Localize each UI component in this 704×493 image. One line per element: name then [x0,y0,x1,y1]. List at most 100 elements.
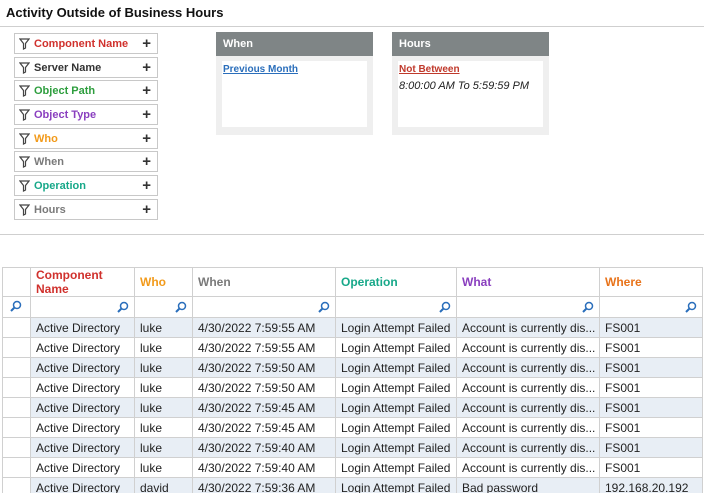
cell-component-name: Active Directory [30,437,135,458]
filter-label: Who [34,132,58,145]
cell-component-name: Active Directory [30,337,135,358]
filter-when[interactable]: When + [14,151,158,173]
cell-component-name: Active Directory [30,377,135,398]
row-selector[interactable] [2,437,31,458]
search-cell[interactable] [2,296,31,318]
search-cell[interactable] [456,296,600,318]
search-cell[interactable] [134,296,193,318]
funnel-icon [19,62,30,74]
cell-who: luke [134,417,193,438]
hours-panel-title: Hours [392,32,549,56]
cell-operation: Login Attempt Failed [335,377,457,398]
search-cell[interactable] [335,296,457,318]
cell-who: luke [134,437,193,458]
row-selector[interactable] [2,397,31,418]
cell-where: FS001 [599,397,703,418]
filter-label: When [34,156,64,169]
cell-what: Account is currently dis... [456,397,600,418]
table-row[interactable]: Active Directory luke 4/30/2022 7:59:40 … [2,437,703,458]
search-icon[interactable] [439,301,451,313]
row-selector[interactable] [2,337,31,358]
row-selector[interactable] [2,417,31,438]
filter-operation[interactable]: Operation + [14,175,158,197]
add-icon[interactable]: + [142,177,151,194]
cell-operation: Login Attempt Failed [335,317,457,338]
hours-range-value: 8:00:00 AM To 5:59:59 PM [399,80,530,92]
cell-what: Account is currently dis... [456,437,600,458]
filter-object-type[interactable]: Object Type + [14,104,158,126]
search-icon[interactable] [10,300,22,312]
cell-when: 4/30/2022 7:59:50 AM [192,357,336,378]
table-row[interactable]: Active Directory luke 4/30/2022 7:59:50 … [2,377,703,398]
add-icon[interactable]: + [142,130,151,147]
cell-what: Account is currently dis... [456,357,600,378]
table-row[interactable]: Active Directory luke 4/30/2022 7:59:55 … [2,317,703,338]
cell-when: 4/30/2022 7:59:40 AM [192,437,336,458]
row-selector[interactable] [2,477,31,493]
cell-where: FS001 [599,357,703,378]
column-header-who[interactable]: Who [134,267,193,297]
add-icon[interactable]: + [142,82,151,99]
cell-where: 192.168.20.192 [599,477,703,493]
add-icon[interactable]: + [142,106,151,123]
search-cell[interactable] [599,296,703,318]
cell-where: FS001 [599,457,703,478]
column-header-operation[interactable]: Operation [335,267,457,297]
filter-object-path[interactable]: Object Path + [14,80,158,102]
cell-operation: Login Attempt Failed [335,337,457,358]
add-icon[interactable]: + [142,153,151,170]
search-icon[interactable] [318,301,330,313]
table-row[interactable]: Active Directory david 4/30/2022 7:59:36… [2,477,703,493]
table-row[interactable]: Active Directory luke 4/30/2022 7:59:45 … [2,397,703,418]
cell-what: Account is currently dis... [456,377,600,398]
cell-what: Account is currently dis... [456,457,600,478]
cell-component-name: Active Directory [30,357,135,378]
cell-what: Bad password [456,477,600,493]
cell-component-name: Active Directory [30,317,135,338]
table-row[interactable]: Active Directory luke 4/30/2022 7:59:50 … [2,357,703,378]
add-icon[interactable]: + [142,35,151,52]
search-icon[interactable] [117,301,129,313]
add-icon[interactable]: + [142,59,151,76]
search-cell[interactable] [192,296,336,318]
table-row[interactable]: Active Directory luke 4/30/2022 7:59:40 … [2,457,703,478]
cell-when: 4/30/2022 7:59:45 AM [192,397,336,418]
hours-condition-link[interactable]: Not Between [399,64,460,75]
search-icon[interactable] [175,301,187,313]
filter-server-name[interactable]: Server Name + [14,56,158,78]
funnel-icon [19,85,30,98]
filter-component-name[interactable]: Component Name + [14,33,158,54]
search-cell[interactable] [30,296,135,318]
filter-who[interactable]: Who + [14,127,158,149]
row-selector[interactable] [2,357,31,378]
table-row[interactable]: Active Directory luke 4/30/2022 7:59:45 … [2,417,703,438]
title-bar: Activity Outside of Business Hours [0,0,704,27]
cell-when: 4/30/2022 7:59:45 AM [192,417,336,438]
when-condition-link[interactable]: Previous Month [223,64,298,75]
cell-when: 4/30/2022 7:59:55 AM [192,317,336,338]
cell-operation: Login Attempt Failed [335,417,457,438]
cell-where: FS001 [599,437,703,458]
filter-label: Hours [34,203,66,216]
row-selector[interactable] [2,377,31,398]
row-selector[interactable] [2,457,31,478]
cell-who: luke [134,377,193,398]
column-header-component-name[interactable]: Component Name [30,267,135,297]
cell-when: 4/30/2022 7:59:40 AM [192,457,336,478]
search-row [2,296,703,318]
table-row[interactable]: Active Directory luke 4/30/2022 7:59:55 … [2,337,703,358]
search-icon[interactable] [582,301,594,313]
cell-what: Account is currently dis... [456,317,600,338]
cell-operation: Login Attempt Failed [335,457,457,478]
cell-operation: Login Attempt Failed [335,477,457,493]
row-selector[interactable] [2,317,31,338]
column-header-where[interactable]: Where [599,267,703,297]
column-header-when[interactable]: When [192,267,336,297]
column-header-what[interactable]: What [456,267,600,297]
filter-label: Object Path [34,85,96,98]
filter-hours[interactable]: Hours + [14,198,158,220]
add-icon[interactable]: + [142,201,151,218]
section-divider [0,234,704,235]
search-icon[interactable] [685,301,697,313]
cell-when: 4/30/2022 7:59:50 AM [192,377,336,398]
